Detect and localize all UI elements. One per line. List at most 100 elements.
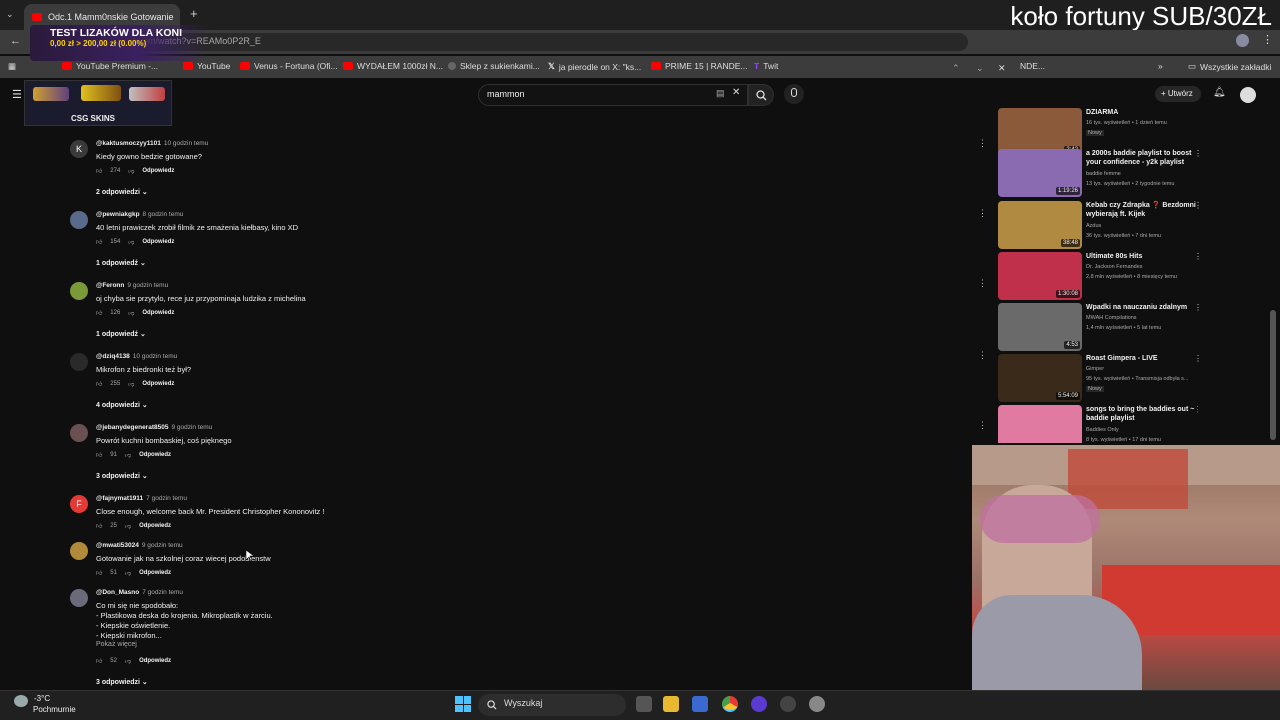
all-bookmarks[interactable]: ▭ Wszystkie zakładki bbox=[1188, 61, 1271, 72]
dislike-icon[interactable]: 👎︎ bbox=[125, 522, 131, 530]
replies-toggle[interactable]: 3 odpowiedzi ⌄ bbox=[96, 472, 148, 480]
like-icon[interactable]: 👍︎ bbox=[96, 380, 102, 388]
close-find-icon[interactable]: ✕ bbox=[998, 63, 1006, 74]
keyboard-icon[interactable]: ▤ bbox=[716, 88, 725, 99]
weather-temp[interactable]: -3°C bbox=[34, 694, 50, 703]
app-icon[interactable] bbox=[780, 696, 796, 712]
more-options-icon[interactable]: ⋮ bbox=[1194, 303, 1202, 312]
settings-icon[interactable] bbox=[809, 696, 825, 712]
bookmark-item[interactable]: 𝕏ja pierodle on X: "ks... bbox=[548, 61, 641, 72]
bookmark-item[interactable]: WYDAŁEM 1000zł N... bbox=[343, 61, 443, 71]
bookmark-item[interactable]: Venus - Fortuna (Ofi... bbox=[240, 61, 338, 71]
more-options-icon[interactable]: ⋮ bbox=[978, 278, 987, 289]
comment-avatar[interactable]: F bbox=[70, 495, 88, 513]
comment-avatar[interactable] bbox=[70, 353, 88, 371]
comment-author[interactable]: @Feronn 9 godzin temu bbox=[96, 282, 168, 289]
comment-author[interactable]: @jebanydegenerat8505 9 godzin temu bbox=[96, 424, 212, 431]
comment-avatar[interactable] bbox=[70, 211, 88, 229]
like-icon[interactable]: 👍︎ bbox=[96, 167, 102, 175]
more-options-icon[interactable]: ⋮ bbox=[1194, 405, 1198, 414]
more-options-icon[interactable]: ⋮ bbox=[1194, 201, 1202, 210]
replies-toggle[interactable]: 3 odpowiedzi ⌄ bbox=[96, 678, 148, 686]
bookmark-item[interactable]: YouTube Premium -... bbox=[62, 61, 158, 71]
comment-avatar[interactable] bbox=[70, 282, 88, 300]
more-options-icon[interactable]: ⋮ bbox=[1194, 149, 1202, 158]
chevron-up-icon[interactable]: ⌃ bbox=[952, 63, 960, 74]
comment-author[interactable]: @Don_Masno 7 godzin temu bbox=[96, 589, 183, 596]
reply-button[interactable]: Odpowiedz bbox=[142, 381, 174, 387]
more-options-icon[interactable]: ⋮ bbox=[1194, 354, 1202, 363]
profile-avatar[interactable] bbox=[1236, 34, 1249, 47]
menu-icon[interactable]: ⋮ bbox=[1262, 33, 1273, 46]
bell-icon[interactable]: 🔔︎ bbox=[1213, 87, 1226, 98]
like-icon[interactable]: 👍︎ bbox=[96, 569, 102, 577]
chevron-right-icon[interactable]: » bbox=[1158, 61, 1163, 71]
comment-author[interactable]: @pewniakgkp 8 godzin temu bbox=[96, 211, 183, 218]
dislike-icon[interactable]: 👎︎ bbox=[125, 657, 131, 665]
reply-button[interactable]: Odpowiedz bbox=[142, 310, 174, 316]
weather-desc[interactable]: Pochmurnie bbox=[33, 705, 76, 714]
dislike-icon[interactable]: 👎︎ bbox=[128, 238, 134, 246]
more-options-icon[interactable]: ⋮ bbox=[978, 350, 987, 361]
recommended-video[interactable]: 1:30:08 Ultimate 80s Hits Dr. Jackson Fe… bbox=[998, 252, 1202, 300]
clear-search-icon[interactable]: ✕ bbox=[732, 87, 740, 98]
bookmark-item[interactable]: YouTube bbox=[183, 61, 230, 71]
comment-author[interactable]: @dziq4138 10 godzin temu bbox=[96, 353, 177, 360]
comment-author[interactable]: @kaktusmoczyy1101 10 godzin temu bbox=[96, 140, 208, 147]
microphone-button[interactable] bbox=[784, 84, 804, 104]
like-icon[interactable]: 👍︎ bbox=[96, 522, 102, 530]
comment-avatar[interactable] bbox=[70, 424, 88, 442]
more-options-icon[interactable]: ⋮ bbox=[978, 420, 987, 431]
bookmark-item[interactable]: T Twit bbox=[754, 61, 778, 71]
create-button[interactable]: + Utwórz bbox=[1155, 86, 1201, 102]
recommended-video[interactable]: 5:54:09 Roast Gimpera - LIVE Gimper 95 t… bbox=[998, 354, 1202, 402]
like-icon[interactable]: 👍︎ bbox=[96, 657, 102, 665]
more-options-icon[interactable]: ⋮ bbox=[1194, 252, 1202, 261]
like-icon[interactable]: 👍︎ bbox=[96, 238, 102, 246]
reply-button[interactable]: Odpowiedz bbox=[139, 658, 171, 664]
chevron-down-icon[interactable]: ⌄ bbox=[976, 63, 984, 74]
comment-author[interactable]: @fajnymat1911 7 godzin temu bbox=[96, 495, 187, 502]
reply-button[interactable]: Odpowiedz bbox=[139, 452, 171, 458]
new-tab-icon[interactable]: + bbox=[190, 6, 198, 21]
recommended-video[interactable]: 38:48 Kebab czy Zdrapka ❓ Bezdomni wybie… bbox=[998, 201, 1202, 249]
replies-toggle[interactable]: 2 odpowiedzi ⌄ bbox=[96, 188, 148, 196]
show-more-link[interactable]: Pokaż więcej bbox=[96, 641, 137, 648]
comment-avatar[interactable] bbox=[70, 542, 88, 560]
obs-icon[interactable] bbox=[751, 696, 767, 712]
more-options-icon[interactable]: ⋮ bbox=[978, 208, 987, 219]
tab-list-icon[interactable]: ⌄ bbox=[6, 9, 14, 20]
comment-avatar[interactable] bbox=[70, 589, 88, 607]
search-input[interactable]: mammon bbox=[478, 84, 748, 106]
account-avatar[interactable] bbox=[1240, 87, 1256, 103]
replies-toggle[interactable]: 1 odpowiedź ⌄ bbox=[96, 259, 146, 267]
back-icon[interactable]: ← bbox=[10, 35, 21, 47]
chrome-icon[interactable] bbox=[722, 696, 738, 712]
like-icon[interactable]: 👍︎ bbox=[96, 451, 102, 459]
windows-start-icon[interactable] bbox=[455, 696, 471, 712]
reply-button[interactable]: Odpowiedz bbox=[142, 239, 174, 245]
search-button[interactable] bbox=[748, 84, 774, 106]
dislike-icon[interactable]: 👎︎ bbox=[128, 167, 134, 175]
bookmark-item[interactable]: PRIME 15 | RANDE... bbox=[651, 61, 748, 71]
replies-toggle[interactable]: 1 odpowiedź ⌄ bbox=[96, 330, 146, 338]
reply-button[interactable]: Odpowiedz bbox=[142, 168, 174, 174]
file-explorer-icon[interactable] bbox=[663, 696, 679, 712]
comment-author[interactable]: @mwati53024 9 godzin temu bbox=[96, 542, 183, 549]
url-field[interactable]: youtube.com/watch?v=REAMo0P2R_E bbox=[88, 33, 968, 51]
task-view-icon[interactable] bbox=[636, 696, 652, 712]
like-icon[interactable]: 👍︎ bbox=[96, 309, 102, 317]
store-icon[interactable] bbox=[692, 696, 708, 712]
bookmark-item[interactable]: NDE... bbox=[1020, 61, 1045, 71]
replies-toggle[interactable]: 4 odpowiedzi ⌄ bbox=[96, 401, 148, 409]
dislike-icon[interactable]: 👎︎ bbox=[128, 380, 134, 388]
comment-avatar[interactable]: K bbox=[70, 140, 88, 158]
scrollbar[interactable] bbox=[1270, 310, 1276, 440]
bookmark-item[interactable]: Sklep z sukienkami... bbox=[448, 61, 540, 71]
hamburger-icon[interactable]: ☰ bbox=[12, 88, 22, 101]
reply-button[interactable]: Odpowiedz bbox=[139, 570, 171, 576]
taskbar-search[interactable]: Wyszukaj bbox=[478, 694, 626, 716]
recommended-video[interactable]: songs to bring the baddies out ~ baddie … bbox=[998, 405, 1198, 443]
recommended-video[interactable]: 4:53 Wpadki na nauczaniu zdalnym MWAH Co… bbox=[998, 303, 1202, 351]
recommended-video[interactable]: 1:19:26 a 2000s baddie playlist to boost… bbox=[998, 149, 1202, 197]
